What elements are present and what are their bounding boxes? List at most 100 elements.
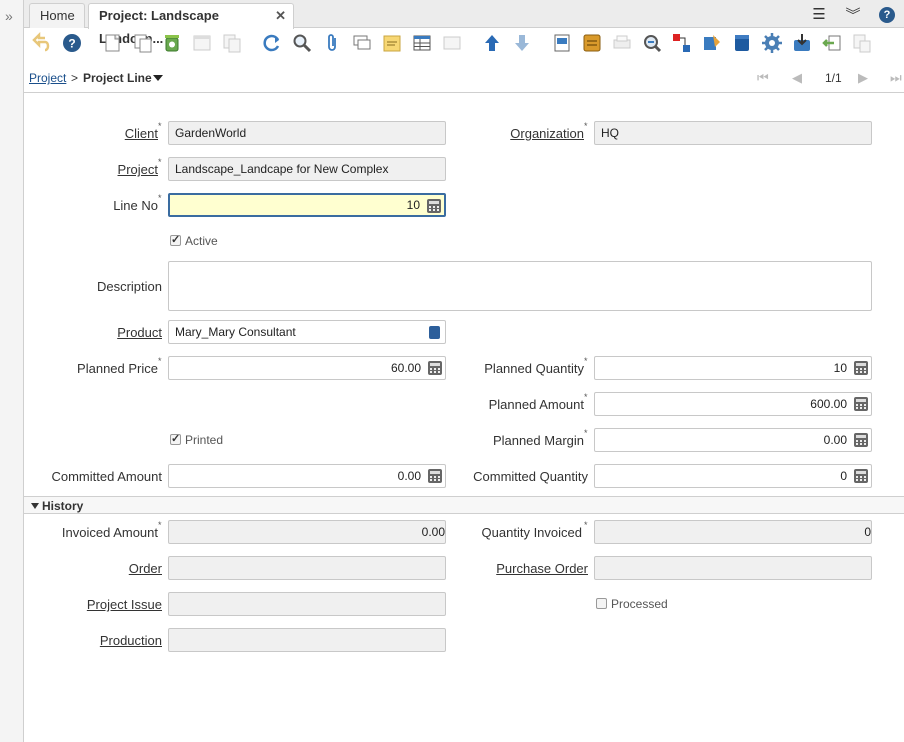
- calculator-icon[interactable]: [427, 468, 443, 484]
- line-no-label: Line No: [113, 198, 158, 213]
- project-issue-label: Project Issue: [86, 597, 162, 612]
- order-label: Order: [128, 561, 162, 576]
- breadcrumb-current[interactable]: Project Line: [83, 71, 163, 85]
- planned-margin-value: 0.00: [823, 433, 847, 447]
- line-no-value: 10: [406, 198, 420, 212]
- breadcrumb-current-label: Project Line: [83, 71, 152, 85]
- next-record-icon[interactable]: ▶: [858, 70, 868, 86]
- required-marker: *: [158, 121, 162, 131]
- refresh-icon[interactable]: [261, 32, 283, 54]
- copy-record-icon[interactable]: [132, 32, 154, 54]
- import-icon[interactable]: [791, 32, 813, 54]
- delete-icon[interactable]: [161, 32, 183, 54]
- calculator-icon[interactable]: [426, 198, 442, 214]
- archive-icon[interactable]: [581, 32, 603, 54]
- project-field[interactable]: Landscape_Landcape for New Complex: [168, 157, 446, 181]
- svg-text:?: ?: [68, 37, 75, 51]
- menu-icon[interactable]: ☰: [802, 5, 836, 23]
- post-it-icon[interactable]: [381, 32, 403, 54]
- calculator-icon[interactable]: [427, 360, 443, 376]
- calculator-icon[interactable]: [853, 468, 869, 484]
- quantity-invoiced-field[interactable]: 0: [594, 520, 872, 544]
- multi-edit-icon[interactable]: [441, 32, 463, 54]
- production-field[interactable]: [168, 628, 446, 652]
- history-section-header[interactable]: History: [24, 496, 904, 514]
- grid-toggle-icon[interactable]: [411, 32, 433, 54]
- double-chevron-down-icon[interactable]: ︾: [836, 4, 870, 25]
- committed-quantity-value: 0: [840, 469, 847, 483]
- request-icon[interactable]: [671, 32, 693, 54]
- new-record-icon[interactable]: [102, 32, 124, 54]
- planned-price-label: Planned Price: [77, 361, 158, 376]
- close-tab-icon[interactable]: ✕: [275, 4, 286, 27]
- planned-price-field[interactable]: 60.00: [168, 356, 446, 380]
- report-icon[interactable]: [551, 32, 573, 54]
- quantity-invoiced-label: Quantity Invoiced: [481, 525, 582, 540]
- planned-margin-field[interactable]: 0.00: [594, 428, 872, 452]
- printed-checkbox[interactable]: [170, 432, 181, 445]
- breadcrumb-separator: >: [71, 71, 79, 85]
- invoiced-amount-field[interactable]: 0.00: [168, 520, 446, 544]
- undo-icon[interactable]: [31, 32, 53, 54]
- client-label: Client: [124, 126, 158, 141]
- active-checkbox[interactable]: [170, 233, 181, 246]
- purchase-order-label: Purchase Order: [496, 561, 588, 576]
- invoiced-amount-label: Invoiced Amount: [61, 525, 158, 540]
- help-icon[interactable]: ?: [870, 5, 904, 23]
- planned-amount-field[interactable]: 600.00: [594, 392, 872, 416]
- save-create-icon[interactable]: [221, 32, 243, 54]
- planned-quantity-field[interactable]: 10: [594, 356, 872, 380]
- caret-down-icon: [152, 75, 163, 81]
- client-field[interactable]: GardenWorld: [168, 121, 446, 145]
- parent-record-icon[interactable]: [481, 32, 503, 54]
- committed-amount-value: 0.00: [397, 469, 421, 483]
- product-info-icon[interactable]: [701, 32, 723, 54]
- committed-quantity-label: Committed Quantity: [473, 469, 588, 484]
- tab-project[interactable]: Project: Landscape Landcap... ✕: [88, 3, 294, 46]
- first-record-icon[interactable]: ⏮: [757, 70, 769, 86]
- required-marker: *: [158, 520, 162, 530]
- collapse-triangle-icon: [31, 503, 39, 509]
- project-issue-field[interactable]: [168, 592, 446, 616]
- last-record-icon[interactable]: ⏭: [890, 70, 902, 86]
- calculator-icon[interactable]: [853, 360, 869, 376]
- organization-label: Organization: [510, 126, 584, 141]
- planned-amount-label: Planned Amount: [488, 397, 584, 412]
- expand-panel-icon[interactable]: »: [5, 8, 13, 24]
- calculator-icon[interactable]: [853, 432, 869, 448]
- export-icon[interactable]: [821, 32, 843, 54]
- committed-quantity-field[interactable]: 0: [594, 464, 872, 488]
- quick-form-icon[interactable]: [731, 32, 753, 54]
- description-label: Description: [96, 279, 162, 294]
- product-field[interactable]: Mary_Mary Consultant: [168, 320, 446, 344]
- product-lookup-icon[interactable]: [429, 326, 440, 339]
- breadcrumb-project-link[interactable]: Project: [29, 71, 66, 85]
- print-icon[interactable]: [611, 32, 633, 54]
- required-marker: *: [584, 392, 588, 402]
- find-icon[interactable]: [291, 32, 313, 54]
- detail-record-icon[interactable]: [511, 32, 533, 54]
- delete-selection-icon[interactable]: [191, 32, 213, 54]
- west-panel-collapsed: »: [0, 0, 24, 742]
- printed-label: Printed: [185, 433, 224, 447]
- calculator-icon[interactable]: [853, 396, 869, 412]
- order-field[interactable]: [168, 556, 446, 580]
- zoom-across-icon[interactable]: [641, 32, 663, 54]
- required-marker: *: [584, 121, 588, 131]
- tab-home[interactable]: Home: [29, 3, 85, 28]
- previous-record-icon[interactable]: ◀: [792, 70, 802, 86]
- process-icon[interactable]: [761, 32, 783, 54]
- chat-icon[interactable]: [351, 32, 373, 54]
- attachment-icon[interactable]: [321, 32, 343, 54]
- required-marker: *: [584, 428, 588, 438]
- customize-icon[interactable]: [851, 32, 873, 54]
- breadcrumb: Project > Project Line ⏮ ◀ 1/1 ▶ ⏭: [24, 62, 904, 93]
- committed-amount-field[interactable]: 0.00: [168, 464, 446, 488]
- line-no-field[interactable]: 10: [168, 193, 446, 217]
- processed-checkbox[interactable]: [596, 598, 607, 609]
- description-textarea[interactable]: [168, 261, 872, 311]
- required-marker: *: [158, 356, 162, 366]
- help-icon[interactable]: ?: [61, 32, 83, 54]
- organization-field[interactable]: HQ: [594, 121, 872, 145]
- purchase-order-field[interactable]: [594, 556, 872, 580]
